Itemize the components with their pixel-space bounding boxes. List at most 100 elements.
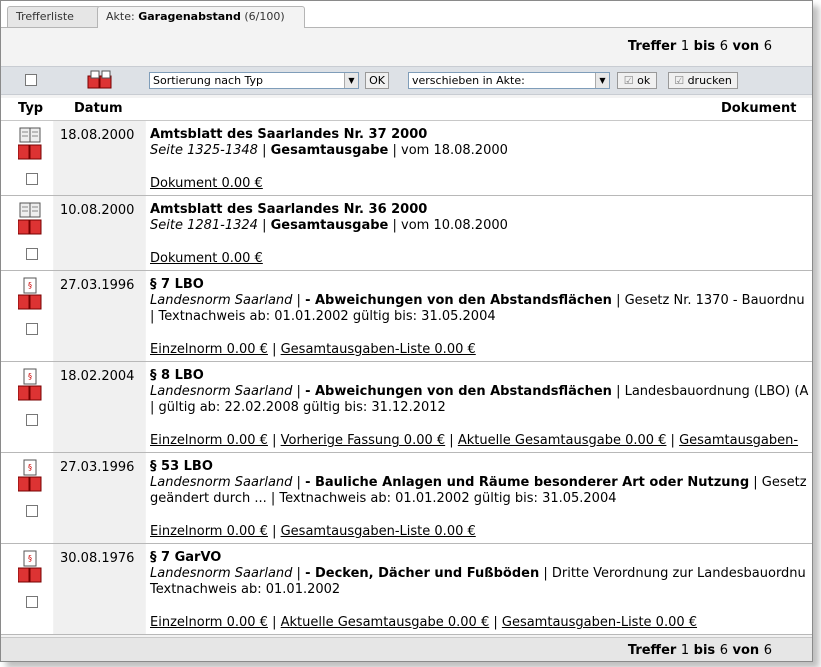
tab-trefferliste[interactable]: Trefferliste	[7, 6, 101, 27]
row-date: 27.03.1996	[60, 278, 135, 293]
document-title: Amtsblatt des Saarlandes Nr. 37 2000	[150, 127, 428, 142]
tab-akte[interactable]: Akte: Garagenabstand (6/100)	[97, 6, 305, 28]
document-meta: Seite 1281-1324 | Gesamtausgabe | vom 10…	[150, 218, 508, 233]
document-link[interactable]: Aktuelle Gesamtausgabe 0.00 €	[458, 433, 667, 448]
sort-select[interactable]: Sortierung nach Typ ▼	[149, 72, 359, 89]
row-date: 10.08.2000	[60, 203, 135, 218]
link-separator: |	[267, 433, 281, 448]
action-toolbar: Sortierung nach Typ ▼ OK verschieben in …	[1, 66, 812, 95]
row-checkbox[interactable]	[26, 596, 38, 608]
tab-akte-prefix: Akte:	[106, 10, 135, 23]
sort-ok-button[interactable]: OK	[365, 72, 389, 89]
link-separator: |	[267, 342, 281, 357]
column-header: Typ Datum Dokument	[1, 98, 812, 121]
type-cell: §	[1, 271, 53, 361]
print-button[interactable]: ☑ drucken	[668, 72, 738, 89]
row-date: 18.08.2000	[60, 128, 135, 143]
document-link[interactable]: Einzelnorm 0.00 €	[150, 433, 268, 448]
gazette-icon	[17, 202, 42, 240]
svg-text:§: §	[28, 554, 32, 563]
document-link[interactable]: Gesamtausgaben-	[679, 433, 798, 448]
results-panel: Treffer 1 bis 6 von 6 Sortierung nach Ty…	[1, 28, 812, 661]
document-meta: Landesnorm Saarland | - Decken, Dächer u…	[150, 566, 806, 581]
date-cell: 10.08.2000	[54, 196, 145, 270]
date-cell: 18.02.2004	[54, 362, 145, 452]
link-separator: |	[445, 433, 458, 448]
link-separator: |	[267, 615, 281, 630]
move-to-akte-select[interactable]: verschieben in Akte: ▼	[408, 72, 610, 89]
row-checkbox[interactable]	[26, 505, 38, 517]
document-meta: Seite 1325-1348 | Gesamtausgabe | vom 18…	[150, 143, 508, 158]
table-row: § 27.03.1996 § 53 LBO Landesnorm Saarland |…	[1, 453, 812, 544]
document-cell: § 7 LBO Landesnorm Saarland | - Abweichun…	[146, 271, 812, 361]
document-links: Dokument 0.00 €	[150, 176, 263, 191]
table-row: § 30.08.1976 § 7 GarVO Landesnorm Saarland …	[1, 544, 812, 635]
svg-text:§: §	[28, 372, 32, 381]
document-links: Einzelnorm 0.00 € | Aktuelle Gesamtausga…	[150, 615, 697, 630]
date-cell: 18.08.2000	[54, 121, 145, 195]
document-meta-line2: | gültig ab: 22.02.2008 gültig bis: 31.1…	[150, 400, 446, 415]
folder-move-icon[interactable]	[87, 70, 113, 90]
date-cell: 30.08.1976	[54, 544, 145, 634]
document-link[interactable]: Gesamtausgaben-Liste 0.00 €	[502, 615, 697, 630]
row-date: 27.03.1996	[60, 460, 135, 475]
date-cell: 27.03.1996	[54, 453, 145, 543]
row-checkbox[interactable]	[26, 248, 38, 260]
document-title: Amtsblatt des Saarlandes Nr. 36 2000	[150, 202, 428, 217]
tab-akte-count: (6/100)	[244, 10, 285, 23]
document-meta: Landesnorm Saarland | - Bauliche Anlagen…	[150, 475, 807, 490]
document-cell: Amtsblatt des Saarlandes Nr. 37 2000 Seit…	[146, 121, 812, 195]
document-title: § 7 LBO	[150, 277, 204, 292]
row-checkbox[interactable]	[26, 414, 38, 426]
select-all-checkbox[interactable]	[25, 74, 37, 86]
document-title: § 7 GarVO	[150, 550, 222, 565]
document-link[interactable]: Einzelnorm 0.00 €	[150, 524, 268, 539]
document-link[interactable]: Dokument 0.00 €	[150, 251, 263, 266]
document-links: Einzelnorm 0.00 € | Gesamtausgaben-Liste…	[150, 342, 476, 357]
document-cell: § 8 LBO Landesnorm Saarland | - Abweichun…	[146, 362, 812, 452]
tab-akte-name: Garagenabstand	[138, 10, 241, 23]
type-cell: §	[1, 544, 53, 634]
tab-bar: Trefferliste Akte: Garagenabstand (6/100…	[1, 1, 812, 28]
norm-icon: §	[17, 459, 42, 497]
document-links: Einzelnorm 0.00 € | Gesamtausgaben-Liste…	[150, 524, 476, 539]
document-meta: Landesnorm Saarland | - Abweichungen von…	[150, 384, 809, 399]
document-meta: Landesnorm Saarland | - Abweichungen von…	[150, 293, 805, 308]
col-typ: Typ	[18, 101, 44, 116]
link-separator: |	[267, 524, 281, 539]
hits-summary-bottom: Treffer 1 bis 6 von 6	[627, 643, 772, 658]
move-ok-button[interactable]: ☑ ok	[617, 72, 657, 89]
footer-bar: Treffer 1 bis 6 von 6	[1, 637, 812, 661]
table-row: § 18.02.2004 § 8 LBO Landesnorm Saarland | …	[1, 362, 812, 453]
svg-text:§: §	[28, 281, 32, 290]
document-links: Einzelnorm 0.00 € | Vorherige Fassung 0.…	[150, 433, 798, 448]
document-cell: § 53 LBO Landesnorm Saarland | - Bauliche…	[146, 453, 812, 543]
document-link[interactable]: Vorherige Fassung 0.00 €	[281, 433, 446, 448]
table-row: 10.08.2000 Amtsblatt des Saarlandes Nr. 3…	[1, 196, 812, 271]
document-meta-line2: Textnachweis ab: 01.01.2002	[150, 582, 341, 597]
type-cell	[1, 121, 53, 195]
row-checkbox[interactable]	[26, 173, 38, 185]
document-link[interactable]: Einzelnorm 0.00 €	[150, 615, 268, 630]
row-checkbox[interactable]	[26, 323, 38, 335]
type-cell: §	[1, 453, 53, 543]
document-meta-line2: | Textnachweis ab: 01.01.2002 gültig bis…	[150, 309, 496, 324]
chevron-down-icon: ▼	[595, 73, 609, 88]
document-link[interactable]: Aktuelle Gesamtausgabe 0.00 €	[281, 615, 490, 630]
document-link[interactable]: Dokument 0.00 €	[150, 176, 263, 191]
document-link[interactable]: Gesamtausgaben-Liste 0.00 €	[281, 524, 476, 539]
document-link[interactable]: Einzelnorm 0.00 €	[150, 342, 268, 357]
type-cell	[1, 196, 53, 270]
col-datum: Datum	[74, 101, 123, 116]
row-date: 30.08.1976	[60, 551, 135, 566]
document-title: § 8 LBO	[150, 368, 204, 383]
norm-icon: §	[17, 277, 42, 315]
check-icon: ☑	[623, 74, 634, 87]
hits-summary-top: Treffer 1 bis 6 von 6	[627, 39, 772, 54]
norm-icon: §	[17, 368, 42, 406]
document-cell: Amtsblatt des Saarlandes Nr. 36 2000 Seit…	[146, 196, 812, 270]
chevron-down-icon: ▼	[344, 73, 358, 88]
gazette-icon	[17, 127, 42, 165]
table-row: § 27.03.1996 § 7 LBO Landesnorm Saarland | …	[1, 271, 812, 362]
document-link[interactable]: Gesamtausgaben-Liste 0.00 €	[281, 342, 476, 357]
